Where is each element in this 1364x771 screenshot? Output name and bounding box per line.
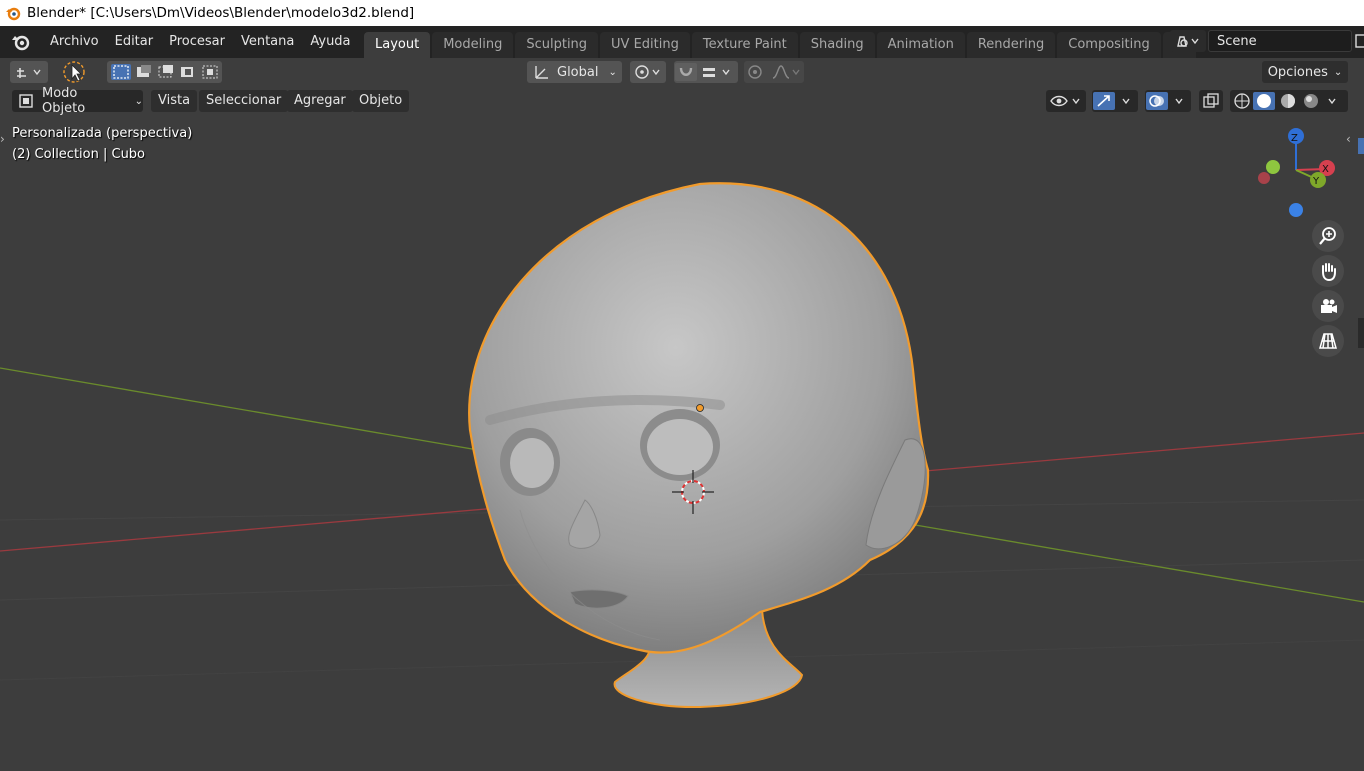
camera-view-button[interactable] (1312, 290, 1344, 322)
overlay-icon (1146, 92, 1183, 110)
title-bar: Blender* [C:\Users\Dm\Videos\Blender\mod… (0, 0, 1364, 26)
object-mode-icon (19, 94, 33, 108)
menu-objeto[interactable]: Objeto (352, 90, 410, 112)
workspace-tabs: Layout Modeling Sculpting UV Editing Tex… (364, 32, 1198, 58)
xray-icon (1203, 93, 1219, 108)
tab-shading[interactable]: Shading (799, 32, 875, 58)
mode-label: Modo Objeto (42, 86, 86, 116)
shading-modes-icon (1234, 92, 1336, 110)
sidebar-expand-icon[interactable]: ‹ (1346, 132, 1356, 148)
menu-procesar[interactable]: Procesar (161, 30, 233, 54)
selection-mode-group (107, 61, 222, 83)
menu-agregar[interactable]: Agregar (287, 90, 353, 112)
xray-toggle-button[interactable] (1199, 90, 1223, 112)
tab-sculpting[interactable]: Sculpting (515, 32, 599, 58)
tab-layout[interactable]: Layout (364, 32, 431, 58)
sidebar-tab-edge[interactable] (1358, 318, 1364, 348)
blender-menu-icon[interactable] (10, 31, 32, 53)
menu-archivo[interactable]: Archivo (42, 30, 107, 54)
orientation-icon (535, 66, 548, 79)
scene-name-field[interactable]: Scene (1208, 30, 1352, 52)
options-chevron-icon: ⌄ (1333, 66, 1343, 78)
tab-modeling[interactable]: Modeling (432, 32, 514, 58)
menu-ayuda[interactable]: Ayuda (302, 30, 358, 54)
cursor-select-icon (63, 61, 85, 83)
gizmo-x-label: X (1322, 164, 1329, 175)
gizmo-y-label: Y (1312, 176, 1320, 187)
view-name-label: Personalizada (perspectiva) (12, 126, 193, 141)
options-label: Opciones (1267, 64, 1328, 80)
scene-add-icon[interactable] (1354, 30, 1364, 52)
editor-type-button[interactable] (10, 61, 48, 83)
tab-compositing[interactable]: Compositing (1057, 32, 1161, 58)
shading-mode-group[interactable] (1230, 90, 1348, 112)
select-box-tool-button[interactable] (60, 60, 90, 84)
menu-seleccionar[interactable]: Seleccionar (199, 90, 289, 112)
eye-icon (1050, 95, 1080, 107)
tab-animation[interactable]: Animation (876, 32, 965, 58)
pan-button[interactable] (1312, 255, 1344, 287)
tab-rendering[interactable]: Rendering (966, 32, 1056, 58)
gizmo-toggle-group[interactable] (1092, 90, 1138, 112)
collection-info-label: (2) Collection | Cubo (12, 147, 146, 162)
menu-editar[interactable]: Editar (107, 30, 162, 54)
options-dropdown[interactable]: Opciones ⌄ (1262, 61, 1348, 83)
zoom-icon (1319, 227, 1336, 245)
perspective-toggle-button[interactable] (1312, 325, 1344, 357)
snap-magnet-icon (675, 63, 730, 81)
scene-selector-button[interactable] (1170, 30, 1206, 52)
proportional-edit-group[interactable] (744, 61, 804, 83)
pivot-icon (635, 65, 660, 79)
visibility-dropdown[interactable] (1046, 90, 1086, 112)
3d-viewport[interactable]: Z X Y (0, 116, 1364, 771)
zoom-button[interactable] (1312, 220, 1344, 252)
snap-group[interactable] (674, 61, 738, 83)
sidebar-tab-indicator[interactable] (1358, 138, 1364, 154)
transform-orientation-dropdown[interactable]: Global ⌄ (527, 61, 622, 83)
object-origin-dot[interactable] (696, 404, 704, 412)
chevron-down-icon: ⌄ (608, 66, 617, 78)
mode-chevron-icon: ⌄ (134, 95, 144, 107)
axes-editor-icon (17, 68, 41, 78)
transform-orientation-label: Global (557, 64, 599, 80)
gizmo-neg-y[interactable] (1266, 160, 1280, 174)
mode-dropdown[interactable]: Modo Objeto ⌄ (12, 86, 144, 116)
camera-icon (1321, 299, 1337, 313)
head-mesh[interactable] (468, 182, 930, 709)
pivot-point-dropdown[interactable] (630, 61, 666, 83)
gizmo-neg-z[interactable] (1289, 203, 1303, 217)
hand-pan-icon (1322, 263, 1336, 281)
tab-texture-paint[interactable]: Texture Paint (691, 32, 798, 58)
gizmo-z-label: Z (1291, 133, 1298, 144)
grid-view-icon (1319, 333, 1337, 349)
toolbar-expand-icon[interactable]: › (0, 132, 8, 148)
menu-ventana[interactable]: Ventana (233, 30, 302, 54)
menu-vista[interactable]: Vista (151, 90, 198, 112)
scene-icon (1177, 36, 1199, 47)
overlay-toggle-group[interactable] (1145, 90, 1191, 112)
gizmo-icon (1093, 92, 1130, 110)
tab-uv-editing[interactable]: UV Editing (600, 32, 690, 58)
window-title: Blender* [C:\Users\Dm\Videos\Blender\mod… (27, 5, 415, 21)
proportional-edit-icon (748, 65, 800, 79)
gizmo-neg-x[interactable] (1258, 172, 1270, 184)
blender-logo-icon (6, 7, 21, 21)
